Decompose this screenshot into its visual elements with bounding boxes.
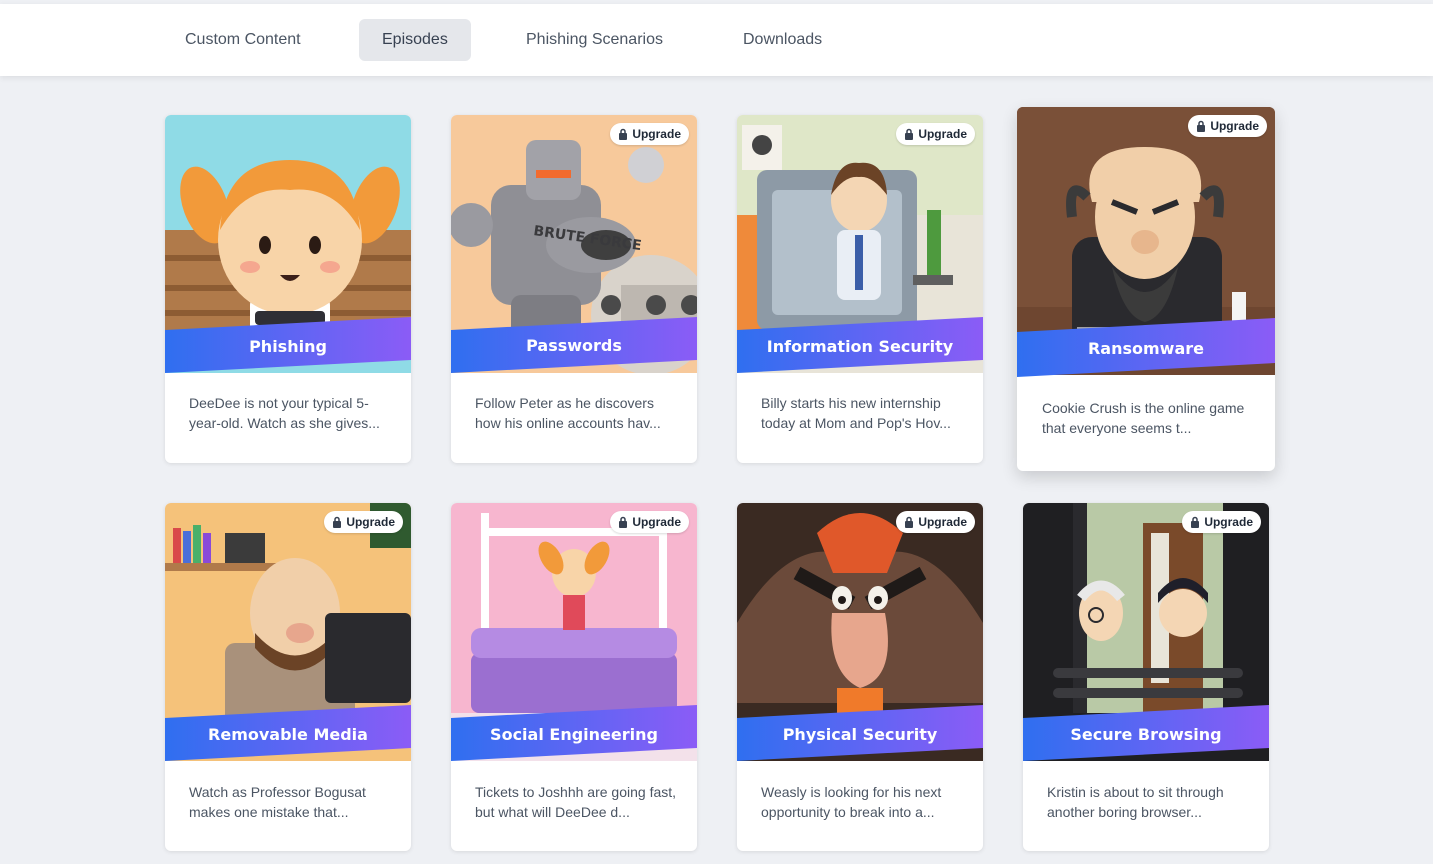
lock-icon — [1191, 516, 1200, 528]
episode-title: Ransomware — [1088, 339, 1204, 358]
episode-description: Kristin is about to sit through another … — [1047, 784, 1224, 820]
upgrade-badge[interactable]: Upgrade — [1182, 511, 1261, 533]
episode-title-banner: Social Engineering — [451, 705, 697, 761]
episode-card-secure-browsing[interactable]: Upgrade Secure Browsing Kristin is about… — [1023, 503, 1269, 851]
episode-title-banner: Removable Media — [165, 705, 411, 761]
episode-title-banner: Secure Browsing — [1023, 705, 1269, 761]
episode-title-banner: Physical Security — [737, 705, 983, 761]
episode-title-banner: Information Security — [737, 317, 983, 373]
episode-card-removable-media[interactable]: Upgrade Removable Media Watch as Profess… — [165, 503, 411, 851]
episode-title: Social Engineering — [490, 725, 658, 744]
upgrade-badge[interactable]: Upgrade — [1188, 115, 1267, 137]
episode-description: Billy starts his new internship today at… — [761, 395, 951, 431]
episode-title: Secure Browsing — [1070, 725, 1221, 744]
episode-card-phishing[interactable]: Phishing DeeDee is not your typical 5-ye… — [165, 115, 411, 463]
tab-episodes[interactable]: Episodes — [359, 19, 471, 61]
upgrade-badge[interactable]: Upgrade — [896, 123, 975, 145]
lock-icon — [905, 516, 914, 528]
episode-card-social-engineering[interactable]: Upgrade Social Engineering Tickets to Jo… — [451, 503, 697, 851]
tab-downloads[interactable]: Downloads — [720, 19, 845, 61]
episode-description: DeeDee is not your typical 5-year-old. W… — [189, 395, 380, 431]
episode-title: Passwords — [526, 336, 622, 355]
episode-title-banner: Passwords — [451, 317, 697, 373]
episode-title: Removable Media — [208, 725, 368, 744]
episode-description: Follow Peter as he discovers how his onl… — [475, 395, 661, 431]
episode-title: Phishing — [249, 337, 327, 356]
episode-description: Watch as Professor Bogusat makes one mis… — [189, 784, 366, 820]
lock-icon — [619, 516, 628, 528]
upgrade-badge[interactable]: Upgrade — [610, 511, 689, 533]
upgrade-badge[interactable]: Upgrade — [896, 511, 975, 533]
episode-title: Information Security — [767, 337, 954, 356]
episode-card-ransomware[interactable]: Upgrade Ransomware Cookie Crush is the o… — [1017, 107, 1275, 471]
episode-description: Cookie Crush is the online game that eve… — [1042, 400, 1245, 436]
upgrade-badge[interactable]: Upgrade — [610, 123, 689, 145]
episode-description: Tickets to Joshhh are going fast, but wh… — [475, 784, 677, 820]
lock-icon — [619, 128, 628, 140]
tab-phishing-scenarios[interactable]: Phishing Scenarios — [503, 19, 686, 61]
episode-title: Physical Security — [783, 725, 938, 744]
top-nav-bar: Custom Content Episodes Phishing Scenari… — [0, 4, 1433, 76]
episode-title-banner: Ransomware — [1017, 318, 1275, 377]
tab-custom-content[interactable]: Custom Content — [162, 19, 324, 61]
lock-icon — [1197, 120, 1206, 132]
episode-card-physical-security[interactable]: Upgrade Physical Security Weasly is look… — [737, 503, 983, 851]
episode-card-passwords[interactable]: BRUTE FORCE Upgrade Passwords Follow Pet… — [451, 115, 697, 463]
upgrade-badge[interactable]: Upgrade — [324, 511, 403, 533]
lock-icon — [905, 128, 914, 140]
episode-title-banner: Phishing — [165, 317, 411, 373]
lock-icon — [333, 516, 342, 528]
episode-card-information-security[interactable]: Upgrade Information Security Billy start… — [737, 115, 983, 463]
episode-description: Weasly is looking for his next opportuni… — [761, 784, 942, 820]
